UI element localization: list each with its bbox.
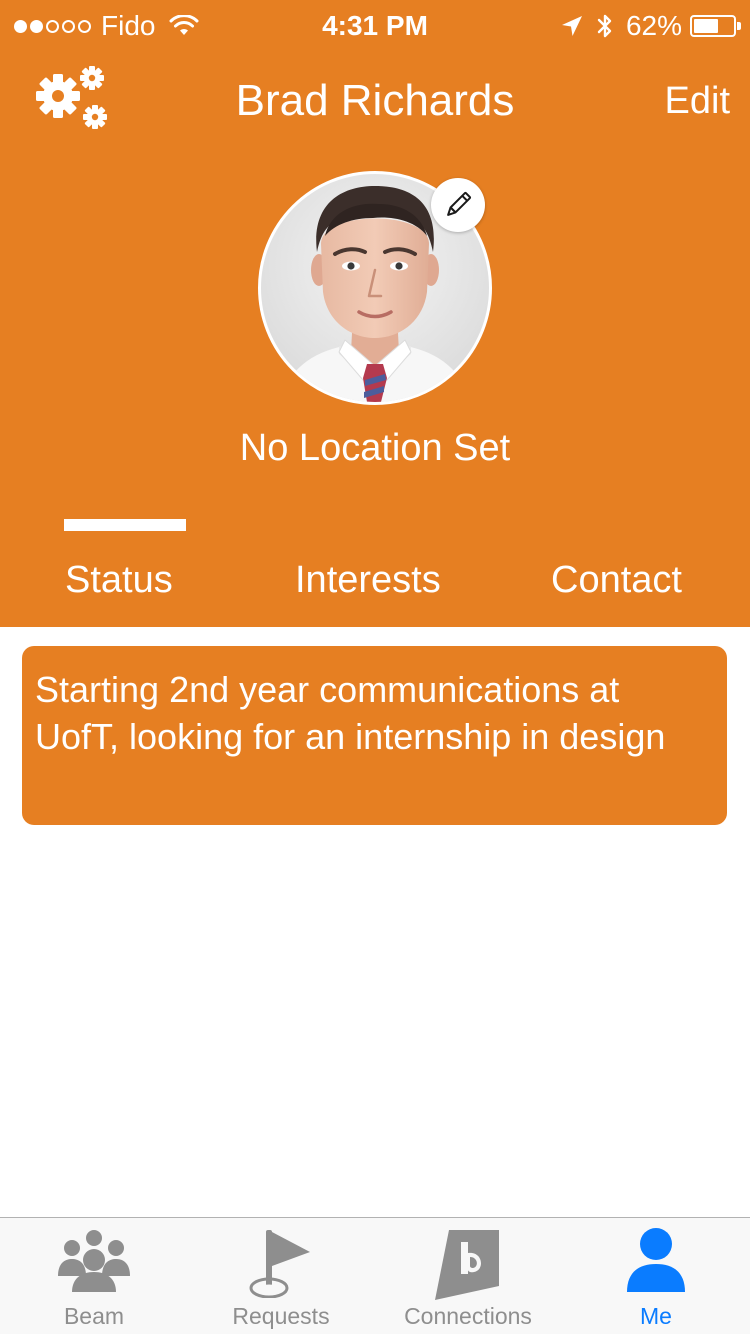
group-icon	[58, 1230, 130, 1292]
tab-bar-item-beam[interactable]: Beam	[34, 1218, 154, 1334]
battery-percentage: 62%	[625, 10, 682, 41]
settings-button[interactable]	[34, 62, 112, 134]
pencil-icon	[447, 192, 471, 216]
location-label: No Location Set	[239, 427, 511, 469]
tab-bar: Beam Requests Connections Me	[0, 1217, 750, 1334]
status-bar-right: 62%	[560, 8, 741, 44]
battery-fill	[694, 19, 718, 33]
tab-bar-label-me: Me	[640, 1303, 672, 1329]
tab-bar-label-beam: Beam	[63, 1303, 125, 1329]
tab-bar-label-connections: Connections	[404, 1303, 532, 1329]
profile-screen: Fido 4:31 PM 62% Brad Richards Edit No L…	[0, 0, 750, 1334]
flag-icon	[249, 1230, 310, 1298]
status-bar: Fido 4:31 PM 62%	[0, 0, 750, 52]
edit-button[interactable]: Edit	[665, 76, 730, 126]
battery-icon	[690, 15, 741, 37]
gears-icon	[36, 66, 107, 129]
tab-interests[interactable]: Interests	[295, 556, 441, 604]
tab-bar-item-connections[interactable]: Connections	[398, 1218, 538, 1334]
tab-bar-label-requests: Requests	[232, 1303, 330, 1329]
status-card[interactable]: Starting 2nd year communications at UofT…	[22, 646, 727, 825]
edit-photo-button[interactable]	[431, 178, 485, 232]
location-arrow-icon	[561, 16, 582, 36]
bluetooth-icon	[597, 14, 612, 38]
tab-bar-item-requests[interactable]: Requests	[221, 1218, 341, 1334]
person-icon	[627, 1228, 685, 1292]
connections-logo-icon	[435, 1230, 499, 1300]
page-title: Brad Richards	[235, 76, 515, 125]
tab-bar-item-me[interactable]: Me	[596, 1218, 716, 1334]
tab-contact[interactable]: Contact	[551, 556, 682, 604]
tab-status[interactable]: Status	[65, 556, 173, 604]
tab-indicator	[64, 519, 186, 531]
battery-tip	[737, 22, 741, 30]
profile-header: Fido 4:31 PM 62% Brad Richards Edit No L…	[0, 0, 750, 627]
status-text: Starting 2nd year communications at UofT…	[35, 669, 666, 757]
